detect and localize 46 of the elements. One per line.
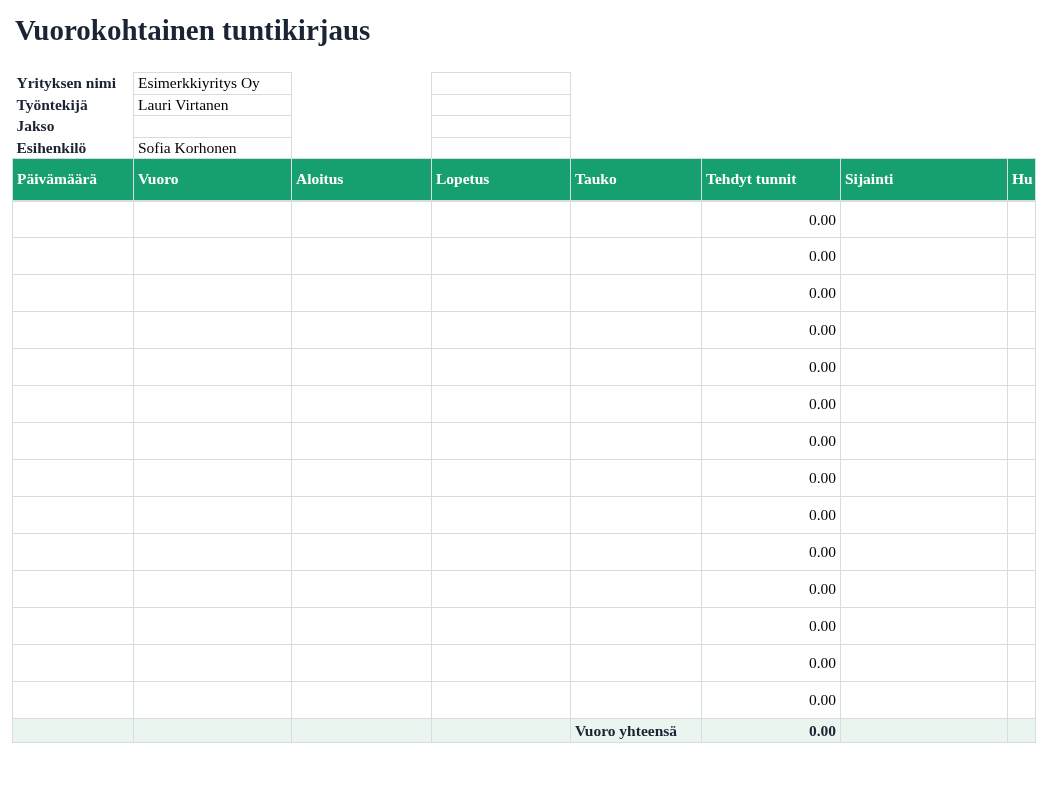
table-cell: 0.00 <box>701 607 841 645</box>
table-cell <box>1007 385 1036 423</box>
table-cell <box>1007 237 1036 275</box>
column-header: Tehdyt tunnit <box>701 158 841 201</box>
table-cell: 0.00 <box>701 681 841 719</box>
column-header: Päivämäärä <box>12 158 134 201</box>
table-cell: 0.00 <box>701 385 841 423</box>
table-cell <box>1007 644 1036 682</box>
field-label: Esihenkilö <box>12 137 134 159</box>
column-header: Sijainti <box>840 158 1008 201</box>
field-value: Lauri Virtanen <box>133 94 292 116</box>
field-value: Sofia Korhonen <box>133 137 292 159</box>
table-cell: 0.00 <box>701 533 841 571</box>
table-cell <box>1007 533 1036 571</box>
table-cell: 0.00 <box>701 570 841 608</box>
table-cell <box>1007 311 1036 349</box>
sheet-title: Vuorokohtainen tuntikirjaus <box>15 13 372 48</box>
table-cell: 0.00 <box>701 644 841 682</box>
column-header: Vuoro <box>133 158 292 201</box>
field-label: Yrityksen nimi <box>12 72 134 94</box>
table-cell: 0.00 <box>701 274 841 312</box>
field-label: Jakso <box>12 115 134 137</box>
table-cell <box>1007 200 1036 238</box>
total-value: 0.00 <box>701 718 841 743</box>
table-cell: 0.00 <box>701 496 841 534</box>
table-cell: 0.00 <box>701 348 841 386</box>
table-cell <box>1007 607 1036 645</box>
table-cell: 0.00 <box>701 422 841 460</box>
table-cell: 0.00 <box>701 200 841 238</box>
column-header: Aloitus <box>291 158 432 201</box>
field-value: Esimerkkiyritys Oy <box>133 72 292 94</box>
table-cell <box>1007 681 1036 719</box>
table-cell <box>1007 274 1036 312</box>
table-cell <box>1007 459 1036 497</box>
column-header: Lopetus <box>431 158 571 201</box>
table-cell <box>1007 348 1036 386</box>
column-header: Tauko <box>570 158 702 201</box>
table-cell: 0.00 <box>701 237 841 275</box>
column-header: Hu <box>1007 158 1036 201</box>
table-cell: 0.00 <box>701 459 841 497</box>
table-cell <box>1007 570 1036 608</box>
field-label: Työntekijä <box>12 94 134 116</box>
total-label: Vuoro yhteensä <box>570 718 702 743</box>
table-cell: 0.00 <box>701 311 841 349</box>
table-cell <box>1007 496 1036 534</box>
table-cell <box>1007 422 1036 460</box>
